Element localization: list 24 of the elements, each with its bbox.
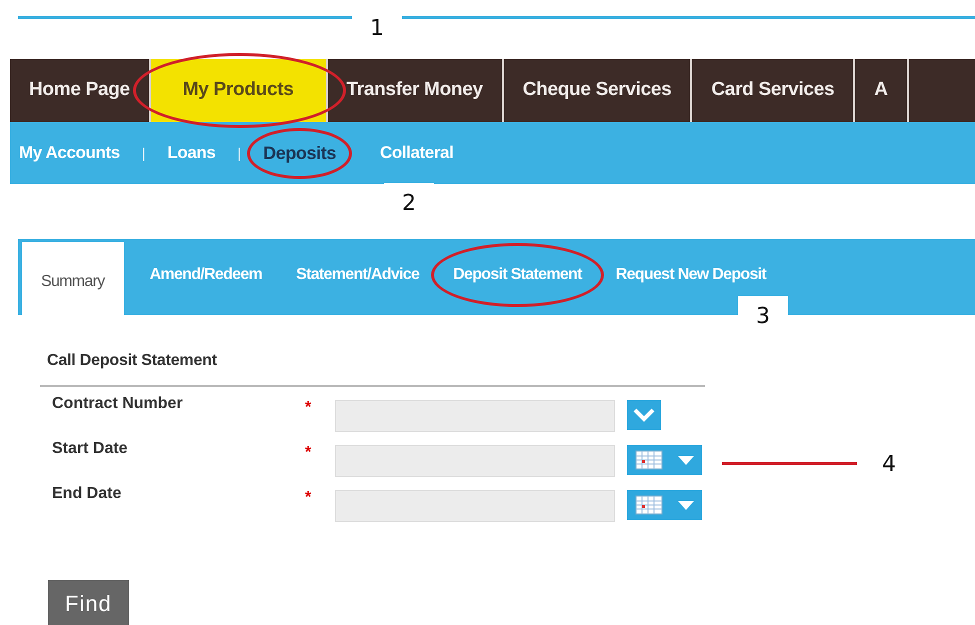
submenu-link[interactable]: Deposits (263, 140, 336, 166)
find-button[interactable]: Find (48, 580, 129, 625)
field-label: End Date (51, 484, 122, 504)
required-mark: * (305, 488, 312, 508)
input-field[interactable] (335, 445, 615, 477)
input-field[interactable] (335, 490, 615, 522)
required-mark: * (305, 398, 312, 418)
caret-icon (677, 454, 696, 466)
form-title: Call Deposit Statement (40, 349, 705, 387)
input-field[interactable] (335, 400, 615, 432)
field-label: Contract Number (51, 394, 184, 414)
dropdown-button[interactable] (627, 400, 661, 430)
caret-icon (677, 499, 696, 511)
menu-separator: | (142, 144, 146, 163)
menu-separator: | (237, 144, 242, 163)
calendar-icon (634, 494, 664, 516)
date-picker-button[interactable] (627, 445, 702, 475)
calendar-icon (634, 449, 664, 471)
field-label: Start Date (51, 439, 129, 459)
menu-item[interactable]: My Products (150, 59, 328, 122)
date-picker-button[interactable] (627, 490, 702, 520)
chevron-down-icon (633, 407, 655, 423)
required-mark: * (305, 443, 312, 463)
tab[interactable]: Summary (22, 242, 124, 315)
